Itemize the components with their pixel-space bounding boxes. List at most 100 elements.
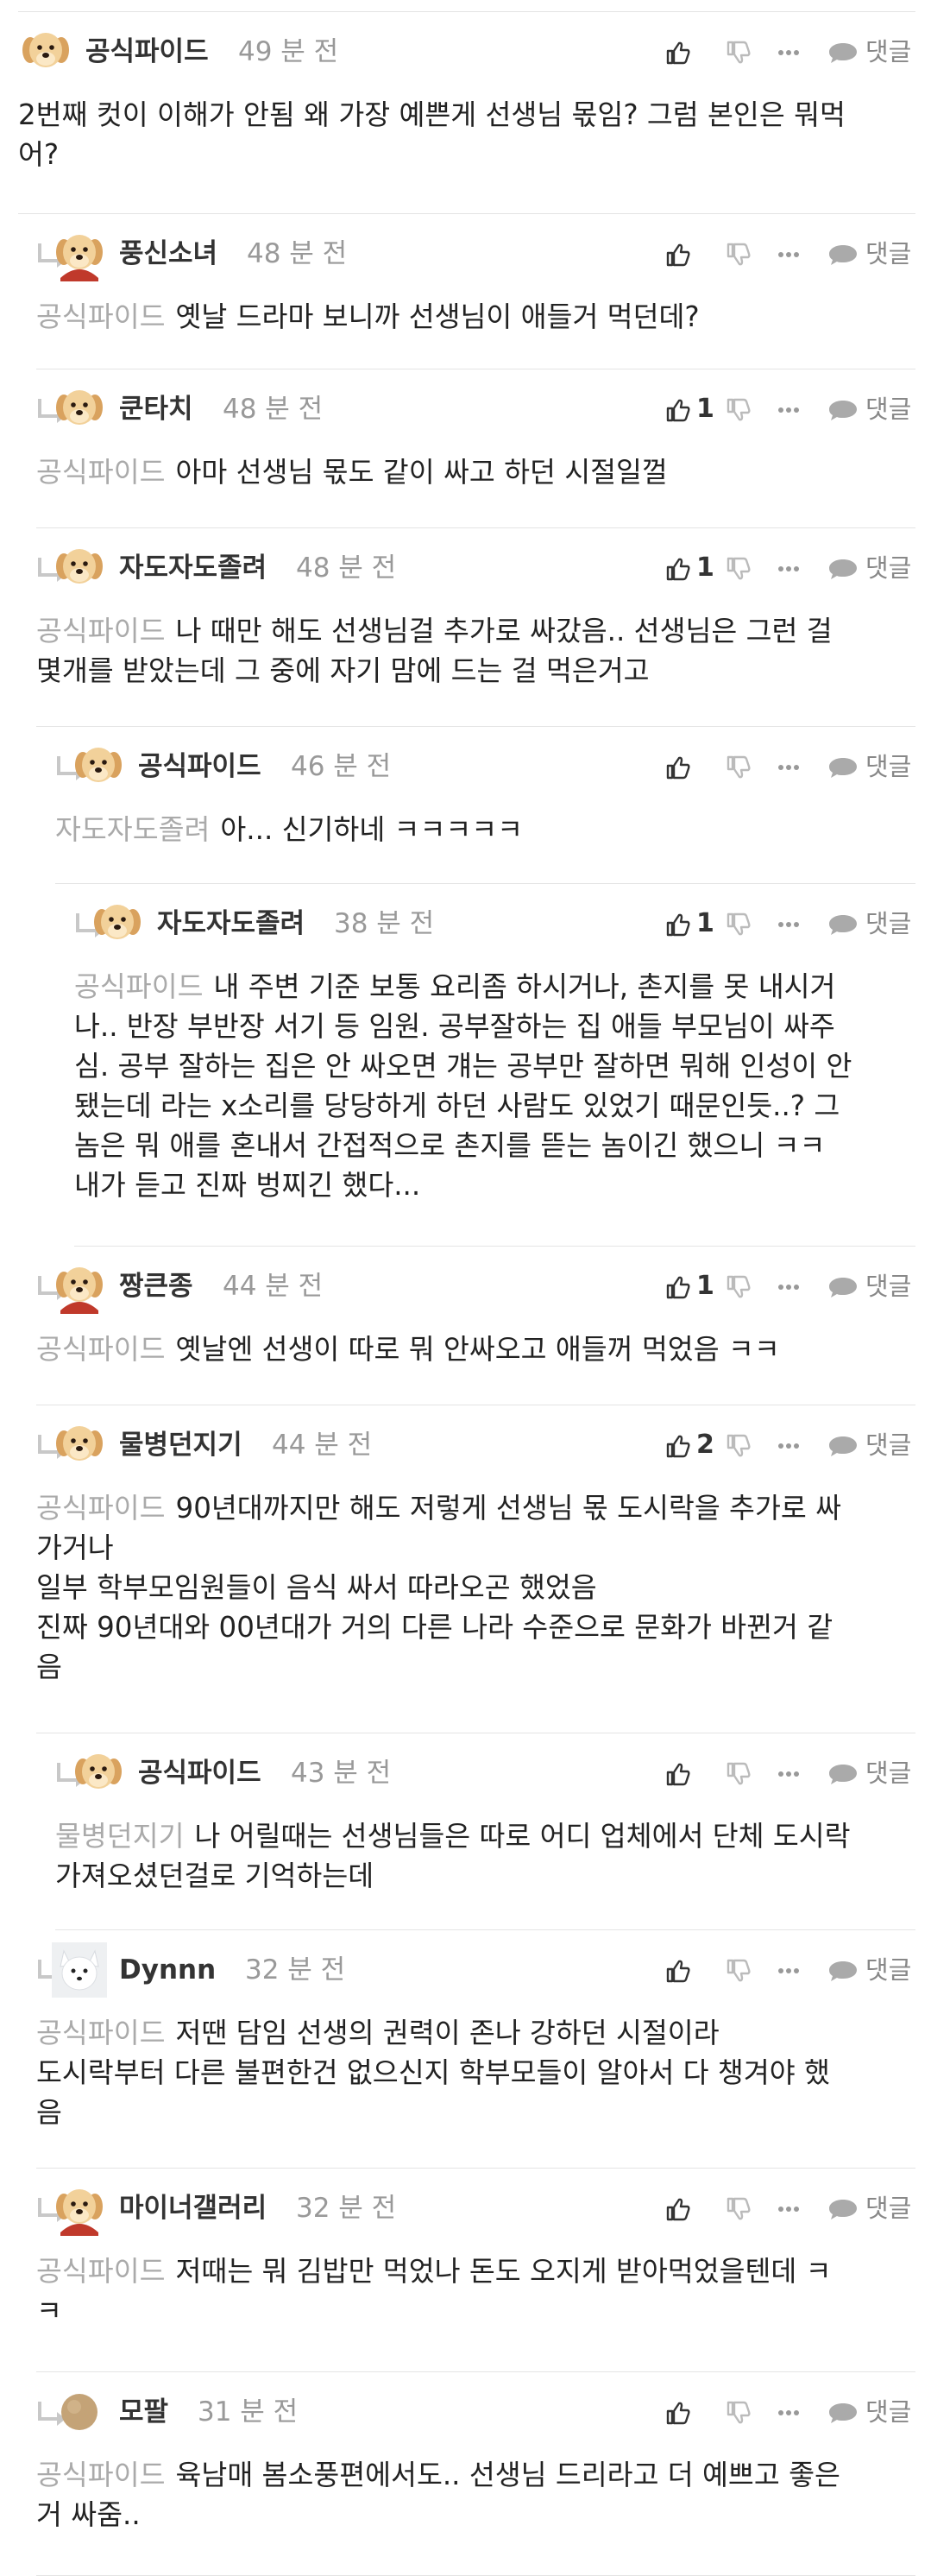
dislike-button[interactable] <box>726 2391 760 2433</box>
avatar[interactable] <box>71 1746 126 1801</box>
avatar[interactable] <box>18 24 73 79</box>
more-options-button[interactable] <box>776 388 807 430</box>
reply-button[interactable]: 댓글 <box>827 746 915 787</box>
dislike-button[interactable] <box>726 1424 760 1466</box>
like-button[interactable] <box>665 1949 726 1991</box>
mention-link[interactable]: 물병던지기 <box>55 1820 185 1853</box>
more-options-button[interactable] <box>776 746 807 787</box>
thumbs-down-icon <box>727 912 751 936</box>
avatar[interactable] <box>52 1259 107 1314</box>
avatar[interactable] <box>52 1942 107 1998</box>
comment-line: 공식파이드 저땐 담임 선생의 권력이 존나 강하던 시절이라 <box>36 2013 907 2053</box>
avatar[interactable] <box>71 739 126 794</box>
dislike-button[interactable] <box>726 1266 760 1307</box>
mention-link[interactable]: 공식파이드 <box>36 300 166 333</box>
author-name[interactable]: 자도자도졸려 <box>119 551 267 585</box>
dislike-button[interactable] <box>726 31 760 73</box>
dislike-button[interactable] <box>726 903 760 944</box>
author-name[interactable]: 공식파이드 <box>138 1756 261 1790</box>
more-options-button[interactable] <box>776 31 807 73</box>
more-options-button[interactable] <box>776 1752 807 1794</box>
like-button[interactable] <box>665 2188 726 2229</box>
more-options-button[interactable] <box>776 547 807 589</box>
dislike-button[interactable] <box>726 388 760 430</box>
reply-button[interactable]: 댓글 <box>827 233 915 275</box>
dislike-button[interactable] <box>726 746 760 787</box>
like-button[interactable]: 1 <box>665 547 726 589</box>
reply-button[interactable]: 댓글 <box>827 388 915 430</box>
mention-link[interactable]: 공식파이드 <box>36 2459 166 2491</box>
reply-button[interactable]: 댓글 <box>827 1424 915 1466</box>
avatar[interactable] <box>52 226 107 281</box>
author-name[interactable]: 모팔 <box>119 2395 168 2429</box>
avatar[interactable] <box>52 540 107 596</box>
like-button[interactable] <box>665 1752 726 1794</box>
more-options-button[interactable] <box>776 1949 807 1991</box>
like-button[interactable]: 1 <box>665 903 726 944</box>
more-options-button[interactable] <box>776 2188 807 2229</box>
author-name[interactable]: 쿤타치 <box>119 392 193 426</box>
reply-button[interactable]: 댓글 <box>827 1266 915 1307</box>
avatar[interactable] <box>90 896 145 951</box>
like-button[interactable]: 2 <box>665 1424 726 1466</box>
reply-button[interactable]: 댓글 <box>827 2391 915 2433</box>
speech-bubble-icon <box>829 43 857 63</box>
author-name[interactable]: 공식파이드 <box>85 35 209 69</box>
comment-actions: 댓글 <box>665 746 915 787</box>
mention-link[interactable]: 공식파이드 <box>36 2017 166 2049</box>
reply-button[interactable]: 댓글 <box>827 2188 915 2229</box>
more-options-button[interactable] <box>776 1424 807 1466</box>
author-name[interactable]: 마이너갤러리 <box>119 2191 267 2226</box>
comment-header: 모팔 31 분 전 댓글 <box>36 2372 915 2452</box>
comment-line: 내가 듣고 진짜 벙찌긴 했다... <box>74 1165 907 1205</box>
author-name[interactable]: 짱큰종 <box>119 1269 193 1304</box>
comment-header: Dynnn 32 분 전 댓글 <box>36 1930 915 2010</box>
author-name[interactable]: Dynnn <box>119 1953 216 1987</box>
like-button[interactable] <box>665 746 726 787</box>
more-options-button[interactable] <box>776 233 807 275</box>
avatar[interactable] <box>52 2384 107 2440</box>
mention-link[interactable]: 공식파이드 <box>36 2255 166 2288</box>
mention-link[interactable]: 자도자도졸려 <box>55 813 210 846</box>
more-dots-icon <box>778 407 799 413</box>
mention-link[interactable]: 공식파이드 <box>36 456 166 489</box>
avatar[interactable] <box>52 382 107 437</box>
reply-button[interactable]: 댓글 <box>827 1752 915 1794</box>
reply-label: 댓글 <box>865 1758 912 1788</box>
more-options-button[interactable] <box>776 903 807 944</box>
comment-line: 심. 공부 잘하는 집은 안 싸오면 걔는 공부만 잘하면 뭐해 인성이 안 <box>74 1046 907 1086</box>
author-name[interactable]: 풍신소녀 <box>119 237 217 271</box>
dislike-button[interactable] <box>726 1949 760 1991</box>
reply-button[interactable]: 댓글 <box>827 1949 915 1991</box>
more-options-button[interactable] <box>776 2391 807 2433</box>
like-button[interactable]: 1 <box>665 388 726 430</box>
avatar[interactable] <box>52 2181 107 2236</box>
dislike-button[interactable] <box>726 547 760 589</box>
reply-button[interactable]: 댓글 <box>827 31 915 73</box>
author-name[interactable]: 자도자도졸려 <box>157 906 305 941</box>
avatar[interactable] <box>52 1417 107 1473</box>
comment-item: Dynnn 32 분 전 댓글 공식파이드 저땐 담임 선생의 권력이 존나 강하던 시… <box>36 1930 915 2169</box>
author-name[interactable]: 공식파이드 <box>138 749 261 784</box>
reply-button[interactable]: 댓글 <box>827 903 915 944</box>
dislike-button[interactable] <box>726 1752 760 1794</box>
like-button[interactable] <box>665 31 726 73</box>
like-button[interactable] <box>665 233 726 275</box>
mention-link[interactable]: 공식파이드 <box>74 970 204 1003</box>
like-button[interactable]: 1 <box>665 1266 726 1307</box>
like-button[interactable] <box>665 2391 726 2433</box>
mention-link[interactable]: 공식파이드 <box>36 1492 166 1525</box>
thumbs-up-icon <box>666 1276 690 1299</box>
comment-header: 자도자도졸려 38 분 전 1 댓글 <box>74 884 915 963</box>
dislike-button[interactable] <box>726 233 760 275</box>
reply-button[interactable]: 댓글 <box>827 547 915 589</box>
more-dots-icon <box>778 1443 799 1449</box>
more-options-button[interactable] <box>776 1266 807 1307</box>
author-name[interactable]: 물병던지기 <box>119 1428 242 1462</box>
dislike-button[interactable] <box>726 2188 760 2229</box>
comment-time: 43 분 전 <box>291 1758 392 1789</box>
comment-time: 44 분 전 <box>272 1430 373 1461</box>
mention-link[interactable]: 공식파이드 <box>36 615 166 647</box>
comment-text: 내 주변 기준 보통 요리좀 하시거나, 촌지를 못 내시거 <box>213 970 836 1003</box>
mention-link[interactable]: 공식파이드 <box>36 1333 166 1366</box>
